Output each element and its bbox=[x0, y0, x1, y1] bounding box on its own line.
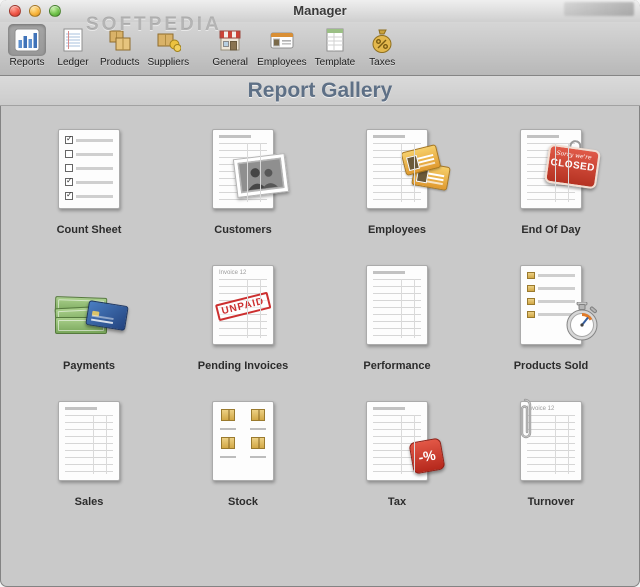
performance-icon bbox=[341, 258, 453, 352]
stopwatch-icon bbox=[563, 301, 601, 344]
boxes-icon bbox=[101, 24, 139, 56]
toolbar-item-taxes[interactable]: Taxes bbox=[359, 24, 405, 68]
gallery-item-label: Performance bbox=[363, 360, 431, 372]
gallery-item-turnover[interactable]: Invoice 12 Turnover bbox=[474, 394, 628, 508]
toolbar-item-label: General bbox=[212, 57, 248, 68]
toolbar-item-label: Employees bbox=[257, 57, 307, 68]
gallery-item-label: Products Sold bbox=[513, 360, 589, 372]
turnover-icon: Invoice 12 bbox=[495, 394, 607, 488]
gallery-item-performance[interactable]: Performance bbox=[320, 258, 474, 372]
gallery-item-label: Employees bbox=[367, 224, 427, 236]
discount-tag-icon: -% bbox=[408, 437, 446, 475]
toolbar-item-label: Template bbox=[314, 57, 356, 68]
toolbar-item-ledger[interactable]: Ledger bbox=[50, 24, 96, 68]
id-card-icon bbox=[263, 24, 301, 56]
spreadsheet-icon bbox=[316, 24, 354, 56]
customers-photo-overlay bbox=[232, 152, 290, 198]
gallery-item-products-sold[interactable]: Products Sold bbox=[474, 258, 628, 372]
gallery-item-label: Tax bbox=[387, 496, 407, 508]
bar-chart-icon bbox=[8, 24, 46, 56]
gallery-item-label: Customers bbox=[214, 224, 272, 236]
toolbar-item-label: Suppliers bbox=[147, 57, 190, 68]
ledger-icon bbox=[54, 24, 92, 56]
toolbar-item-label: Reports bbox=[9, 57, 45, 68]
gallery-item-label: Stock bbox=[228, 496, 258, 508]
toolbar-item-label: Products bbox=[100, 57, 140, 68]
tax-icon: -% bbox=[341, 394, 453, 488]
gallery-item-label: Pending Invoices bbox=[197, 360, 289, 372]
gallery-item-count-sheet[interactable]: Count Sheet bbox=[12, 122, 166, 236]
payments-icon bbox=[33, 258, 145, 352]
toolbar-item-label: Taxes bbox=[369, 57, 396, 68]
invoice-title: Invoice 12 bbox=[219, 270, 247, 276]
gallery-item-label: Sales bbox=[74, 496, 104, 508]
toolbar-item-general[interactable]: General bbox=[207, 24, 253, 68]
customers-icon bbox=[187, 122, 299, 216]
gallery-item-end-of-day[interactable]: Sorry we're CLOSED End Of Day bbox=[474, 122, 628, 236]
gallery-item-employees[interactable]: Employees bbox=[320, 122, 474, 236]
report-gallery-grid: Count Sheet bbox=[0, 106, 640, 508]
toolbar-item-suppliers[interactable]: Suppliers bbox=[143, 24, 193, 68]
box-coins-icon bbox=[149, 24, 187, 56]
storefront-icon bbox=[211, 24, 249, 56]
gallery-item-customers[interactable]: Customers bbox=[166, 122, 320, 236]
toolbar-item-label: Ledger bbox=[57, 57, 89, 68]
gallery-item-label: End Of Day bbox=[521, 224, 581, 236]
toolbar-item-products[interactable]: Products bbox=[96, 24, 143, 68]
gallery-item-tax[interactable]: -% Tax bbox=[320, 394, 474, 508]
paperclip-icon bbox=[515, 394, 535, 448]
toolbar-item-reports[interactable]: Reports bbox=[4, 24, 50, 68]
toolbar: Reports Ledger Products Suppliers Genera… bbox=[0, 22, 640, 76]
sales-icon bbox=[33, 394, 145, 488]
page-title: Report Gallery bbox=[0, 76, 640, 106]
count-sheet-icon bbox=[33, 122, 145, 216]
toolbar-item-employees[interactable]: Employees bbox=[253, 24, 310, 68]
end-of-day-icon: Sorry we're CLOSED bbox=[495, 122, 607, 216]
gallery-item-sales[interactable]: Sales bbox=[12, 394, 166, 508]
gallery-item-stock[interactable]: Stock bbox=[166, 394, 320, 508]
gallery-item-payments[interactable]: Payments bbox=[12, 258, 166, 372]
window-title: Manager bbox=[293, 3, 347, 18]
pending-invoices-icon: Invoice 12 UNPAID bbox=[187, 258, 299, 352]
titlebar: Manager bbox=[0, 0, 640, 22]
products-sold-icon bbox=[495, 258, 607, 352]
employees-icon bbox=[341, 122, 453, 216]
gallery-item-label: Turnover bbox=[527, 496, 575, 508]
closed-sign-icon: Sorry we're CLOSED bbox=[544, 137, 602, 190]
gallery-item-pending-invoices[interactable]: Invoice 12 UNPAID Pending Invoices bbox=[166, 258, 320, 372]
toolbar-item-template[interactable]: Template bbox=[311, 24, 360, 68]
app-window: SOFTPEDIA Manager Reports Ledger Product… bbox=[0, 0, 640, 587]
unpaid-stamp: UNPAID bbox=[214, 291, 272, 322]
money-bag-icon bbox=[363, 24, 401, 56]
gallery-item-label: Payments bbox=[63, 360, 115, 372]
stock-icon bbox=[187, 394, 299, 488]
gallery-item-label: Count Sheet bbox=[56, 224, 122, 236]
